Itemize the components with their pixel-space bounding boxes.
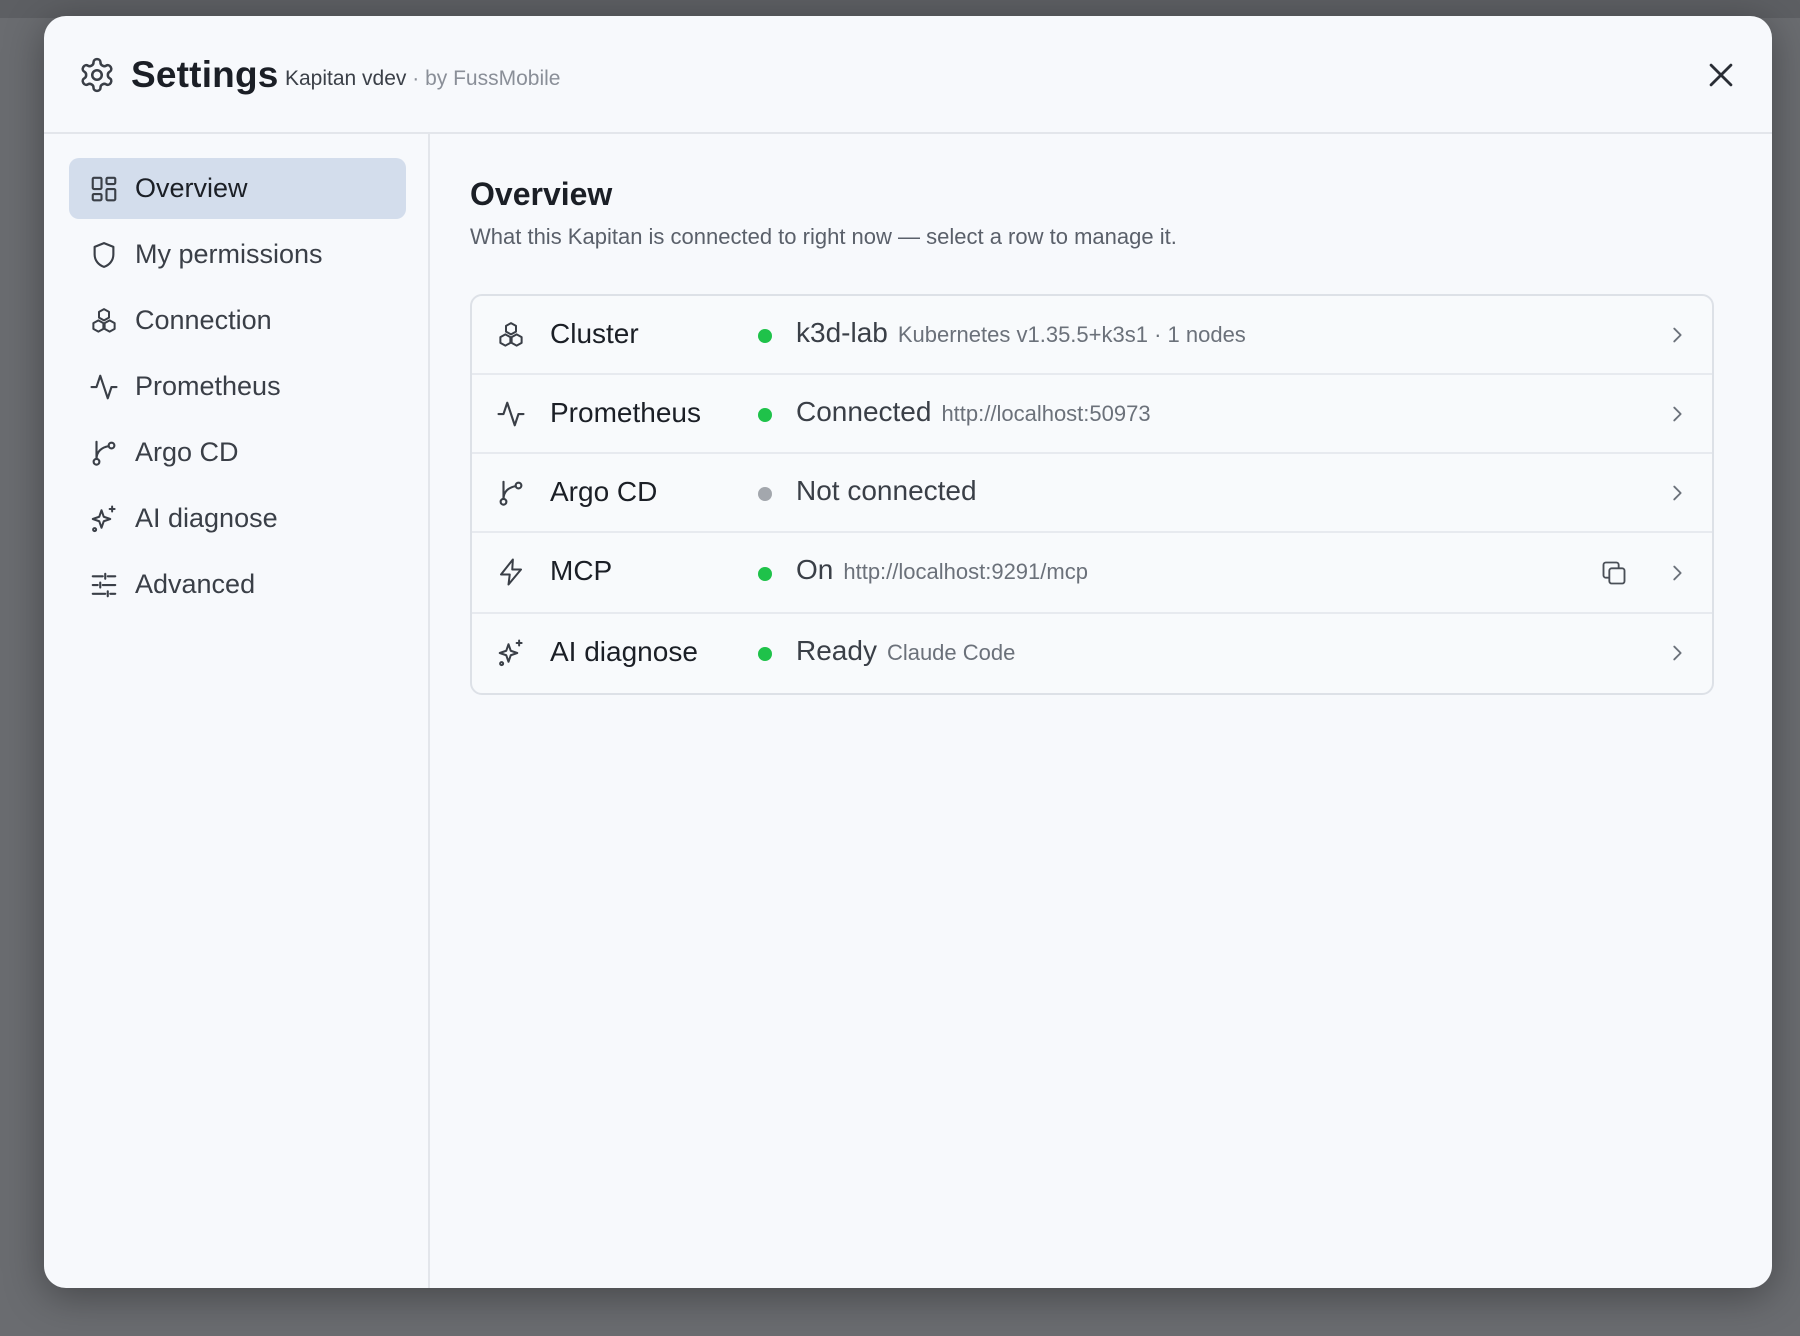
row-detail: Kubernetes v1.35.5+k3s1 · 1 nodes bbox=[897, 322, 1246, 347]
status-dot-green bbox=[758, 647, 772, 661]
sidebar-item-ai-diagnose[interactable]: AI diagnose bbox=[69, 488, 406, 549]
row-status-text: Connected bbox=[796, 396, 932, 427]
page-subtitle: What this Kapitan is connected to right … bbox=[470, 224, 1177, 249]
row-status-text: Ready bbox=[796, 635, 877, 666]
status-list: Cluster k3d-lab Kubernetes v1.35.5+k3s1 ·… bbox=[470, 294, 1714, 695]
status-row-mcp[interactable]: MCP On http://localhost:9291/mcp bbox=[472, 533, 1712, 614]
sparkles-icon bbox=[89, 504, 119, 534]
row-name: Argo CD bbox=[550, 476, 658, 507]
main-content: Overview What this Kapitan is connected … bbox=[432, 134, 1772, 1288]
sidebar-item-label: Argo CD bbox=[135, 437, 239, 467]
sidebar-item-my-permissions[interactable]: My permissions bbox=[69, 224, 406, 285]
pulse-icon bbox=[496, 399, 526, 429]
sidebar-item-argo-cd[interactable]: Argo CD bbox=[69, 422, 406, 483]
sidebar-item-label: My permissions bbox=[135, 239, 323, 269]
row-status: k3d-lab Kubernetes v1.35.5+k3s1 · 1 nodes bbox=[796, 317, 1246, 349]
row-status-text: Not connected bbox=[796, 475, 977, 506]
chevron-right-icon bbox=[1666, 403, 1688, 425]
zap-icon bbox=[496, 557, 526, 587]
close-button[interactable] bbox=[1704, 58, 1738, 92]
by-line: · by FussMobile bbox=[412, 67, 561, 90]
chevron-right-icon bbox=[1666, 562, 1688, 584]
row-name: Prometheus bbox=[550, 397, 701, 428]
sparkles-icon bbox=[496, 638, 526, 668]
chevron-right-icon bbox=[1666, 482, 1688, 504]
settings-modal: Settings Kapitan vdev · by FussMobile Ov… bbox=[44, 16, 1772, 1288]
row-name: AI diagnose bbox=[550, 636, 698, 667]
row-name: MCP bbox=[550, 555, 613, 586]
git-branch-icon bbox=[496, 478, 526, 508]
sidebar: Overview My permissions Connection Prome… bbox=[44, 134, 430, 1288]
sidebar-item-prometheus[interactable]: Prometheus bbox=[69, 356, 406, 417]
row-status: Connected http://localhost:50973 bbox=[796, 396, 1151, 428]
sidebar-item-label: Overview bbox=[135, 173, 248, 203]
page-title: Overview bbox=[470, 176, 613, 212]
status-row-ai-diagnose[interactable]: AI diagnose Ready Claude Code bbox=[472, 614, 1712, 693]
sidebar-item-overview[interactable]: Overview bbox=[69, 158, 406, 219]
cubes-icon bbox=[496, 320, 526, 350]
row-status: Not connected bbox=[796, 475, 977, 507]
modal-header: Settings Kapitan vdev · by FussMobile bbox=[44, 16, 1772, 134]
status-row-cluster[interactable]: Cluster k3d-lab Kubernetes v1.35.5+k3s1 ·… bbox=[472, 296, 1712, 375]
status-row-prometheus[interactable]: Prometheus Connected http://localhost:509… bbox=[472, 375, 1712, 454]
cubes-icon bbox=[89, 306, 119, 336]
row-status-text: On bbox=[796, 554, 834, 585]
chevron-right-icon bbox=[1666, 642, 1688, 664]
modal-title: Settings bbox=[131, 54, 279, 95]
pulse-icon bbox=[89, 372, 119, 402]
sliders-icon bbox=[89, 570, 119, 600]
row-status-text: k3d-lab bbox=[796, 317, 888, 348]
copy-button[interactable] bbox=[1600, 559, 1628, 587]
sidebar-item-label: AI diagnose bbox=[135, 503, 278, 533]
grid-icon bbox=[89, 174, 119, 204]
status-row-argo-cd[interactable]: Argo CD Not connected bbox=[472, 454, 1712, 533]
sidebar-item-connection[interactable]: Connection bbox=[69, 290, 406, 351]
row-detail: Claude Code bbox=[886, 640, 1016, 665]
modal-subtitle: Kapitan vdev · by FussMobile bbox=[285, 67, 560, 91]
status-dot-green bbox=[758, 408, 772, 422]
git-branch-icon bbox=[89, 438, 119, 468]
status-dot-green bbox=[758, 329, 772, 343]
chevron-right-icon bbox=[1666, 324, 1688, 346]
row-name: Cluster bbox=[550, 318, 639, 349]
sidebar-item-label: Advanced bbox=[135, 569, 256, 599]
row-status: Ready Claude Code bbox=[796, 635, 1015, 667]
row-detail: http://localhost:50973 bbox=[941, 401, 1151, 426]
row-detail: http://localhost:9291/mcp bbox=[843, 559, 1088, 584]
sidebar-item-label: Connection bbox=[135, 305, 272, 335]
status-dot-gray bbox=[758, 487, 772, 501]
sidebar-item-advanced[interactable]: Advanced bbox=[69, 554, 406, 615]
shield-icon bbox=[89, 240, 119, 270]
row-status: On http://localhost:9291/mcp bbox=[796, 554, 1088, 586]
status-dot-green bbox=[758, 567, 772, 581]
sidebar-item-label: Prometheus bbox=[135, 371, 281, 401]
gear-icon bbox=[78, 56, 116, 94]
app-name: Kapitan vdev bbox=[285, 67, 407, 90]
